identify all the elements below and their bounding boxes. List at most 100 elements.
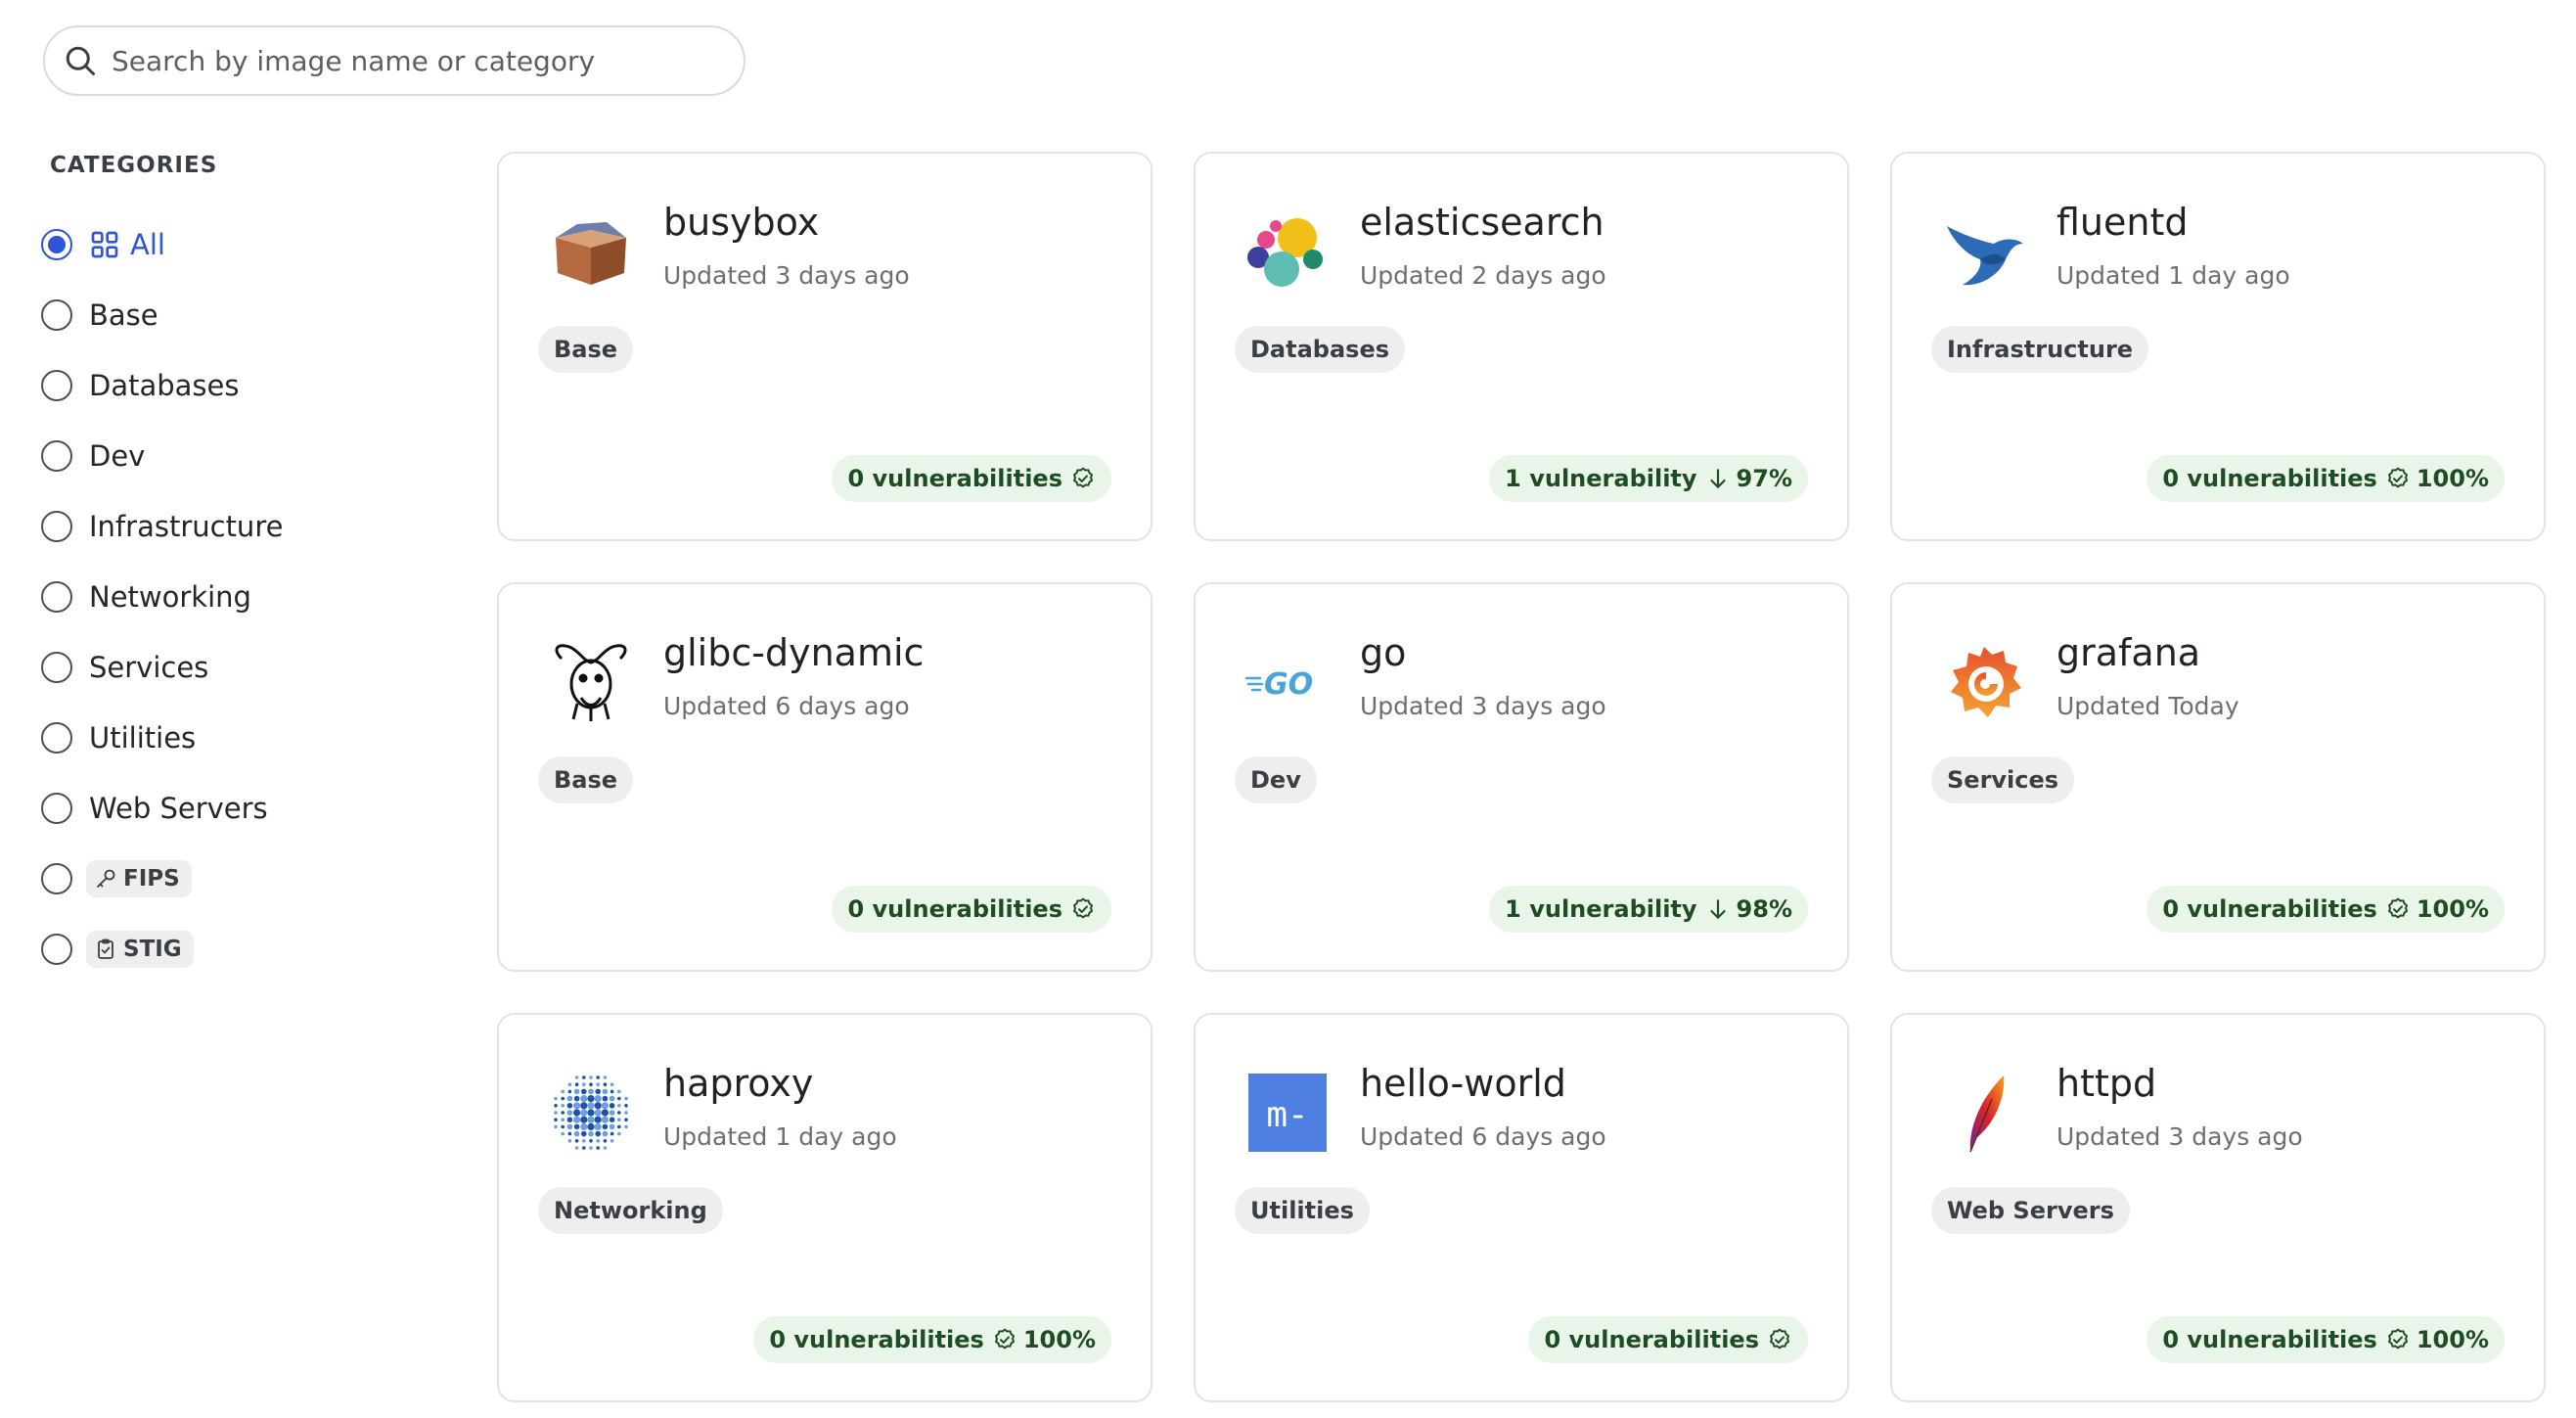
category-networking[interactable]: Networking bbox=[41, 562, 283, 632]
radio-button[interactable] bbox=[41, 511, 72, 542]
category-tag: Web Servers bbox=[1931, 1187, 2130, 1234]
vulnerability-reduction: 100% bbox=[2416, 895, 2489, 923]
image-name: go bbox=[1360, 631, 1407, 674]
category-label: Dev bbox=[89, 439, 146, 473]
category-base[interactable]: Base bbox=[41, 280, 283, 350]
category-tag: Base bbox=[538, 756, 634, 803]
category-services[interactable]: Services bbox=[41, 632, 283, 703]
category-label: Databases bbox=[89, 369, 240, 402]
vulnerability-badge: 0 vulnerabilities 100% bbox=[2147, 886, 2505, 933]
image-name: httpd bbox=[2056, 1062, 2157, 1105]
vulnerability-reduction: 98% bbox=[1736, 895, 1792, 923]
stig-chip: STIG bbox=[86, 931, 194, 968]
radio-button[interactable] bbox=[41, 299, 72, 331]
category-label: Infrastructure bbox=[89, 510, 284, 543]
radio-button[interactable] bbox=[41, 229, 72, 260]
vulnerability-badge: 0 vulnerabilities bbox=[832, 886, 1111, 933]
category-dev[interactable]: Dev bbox=[41, 421, 283, 491]
image-name: busybox bbox=[663, 201, 820, 244]
vulnerability-badge: 0 vulnerabilities 100% bbox=[2147, 1316, 2505, 1363]
category-stig[interactable]: STIG bbox=[41, 914, 283, 984]
image-name: haproxy bbox=[663, 1062, 814, 1105]
radio-button[interactable] bbox=[41, 370, 72, 401]
check-badge-icon bbox=[1770, 1328, 1789, 1349]
radio-button[interactable] bbox=[41, 863, 72, 894]
radio-button[interactable] bbox=[41, 722, 72, 754]
clipboard-check-icon bbox=[98, 938, 113, 959]
radio-button[interactable] bbox=[41, 793, 72, 824]
image-card-go[interactable]: GO go Updated 3 days ago Dev 1 vulnerabi… bbox=[1194, 582, 1849, 972]
vulnerability-count: 0 vulnerabilities bbox=[2162, 895, 2377, 923]
updated-text: Updated 6 days ago bbox=[663, 692, 910, 720]
vulnerability-count: 0 vulnerabilities bbox=[847, 895, 1062, 923]
check-badge-icon bbox=[1073, 467, 1093, 488]
radio-button[interactable] bbox=[41, 581, 72, 613]
vulnerability-badge: 0 vulnerabilities 100% bbox=[2147, 455, 2505, 502]
grafana-logo bbox=[1941, 639, 2027, 725]
image-name: glibc-dynamic bbox=[663, 631, 925, 674]
vulnerability-badge: 0 vulnerabilities 100% bbox=[753, 1316, 1111, 1363]
hello-world-logo-text: m- bbox=[1266, 1095, 1308, 1135]
hello-world-logo: m- bbox=[1244, 1070, 1331, 1156]
category-tag: Base bbox=[538, 326, 634, 373]
updated-text: Updated 1 day ago bbox=[2056, 261, 2290, 290]
radio-button[interactable] bbox=[41, 934, 72, 965]
category-label: Utilities bbox=[89, 721, 197, 755]
updated-text: Updated Today bbox=[2056, 692, 2239, 720]
arrow-down-icon bbox=[1709, 469, 1726, 488]
search-icon bbox=[66, 46, 95, 75]
image-card-haproxy[interactable]: haproxy Updated 1 day ago Networking 0 v… bbox=[497, 1013, 1152, 1402]
category-fips[interactable]: FIPS bbox=[41, 844, 283, 914]
category-list: All Base Databases Dev Infrastructure Ne… bbox=[41, 209, 283, 984]
category-tag: Networking bbox=[538, 1187, 723, 1234]
go-logo: GO bbox=[1244, 639, 1331, 725]
box-logo bbox=[548, 208, 634, 295]
updated-text: Updated 3 days ago bbox=[2056, 1122, 2303, 1151]
updated-text: Updated 1 day ago bbox=[663, 1122, 897, 1151]
vulnerability-count: 1 vulnerability bbox=[1505, 465, 1697, 492]
check-badge-icon bbox=[2387, 897, 2408, 919]
image-name: grafana bbox=[2056, 631, 2201, 674]
categories-heading: CATEGORIES bbox=[50, 153, 218, 178]
check-badge-icon bbox=[2387, 1328, 2408, 1349]
vulnerability-reduction: 100% bbox=[2416, 1326, 2489, 1353]
radio-button[interactable] bbox=[41, 652, 72, 683]
category-label: Networking bbox=[89, 580, 251, 614]
image-card-glibc-dynamic[interactable]: glibc-dynamic Updated 6 days ago Base 0 … bbox=[497, 582, 1152, 972]
image-card-elasticsearch[interactable]: elasticsearch Updated 2 days ago Databas… bbox=[1194, 152, 1849, 541]
vulnerability-count: 1 vulnerability bbox=[1505, 895, 1697, 923]
vulnerability-reduction: 100% bbox=[2416, 465, 2489, 492]
grid-icon bbox=[91, 231, 118, 258]
image-name: fluentd bbox=[2056, 201, 2189, 244]
category-utilities[interactable]: Utilities bbox=[41, 703, 283, 773]
category-databases[interactable]: Databases bbox=[41, 350, 283, 421]
category-label: Services bbox=[89, 651, 209, 684]
search-input[interactable] bbox=[112, 44, 699, 77]
elastic-logo bbox=[1244, 208, 1331, 295]
image-card-httpd[interactable]: httpd Updated 3 days ago Web Servers 0 v… bbox=[1890, 1013, 2546, 1402]
arrow-down-icon bbox=[1709, 899, 1726, 919]
radio-button[interactable] bbox=[41, 440, 72, 472]
vulnerability-badge: 1 vulnerability 98% bbox=[1489, 886, 1808, 933]
category-label: Web Servers bbox=[89, 792, 268, 825]
check-badge-icon bbox=[994, 1328, 1015, 1349]
image-name: hello-world bbox=[1360, 1062, 1566, 1105]
image-card-hello-world[interactable]: m- hello-world Updated 6 days ago Utilit… bbox=[1194, 1013, 1849, 1402]
vulnerability-count: 0 vulnerabilities bbox=[847, 465, 1062, 492]
vulnerability-reduction: 100% bbox=[1022, 1326, 1096, 1353]
vulnerability-reduction: 97% bbox=[1736, 465, 1792, 492]
check-badge-icon bbox=[2387, 467, 2408, 488]
category-web-servers[interactable]: Web Servers bbox=[41, 773, 283, 844]
category-tag: Databases bbox=[1235, 326, 1406, 373]
vulnerability-count: 0 vulnerabilities bbox=[2162, 465, 2377, 492]
category-infrastructure[interactable]: Infrastructure bbox=[41, 491, 283, 562]
updated-text: Updated 6 days ago bbox=[1360, 1122, 1606, 1151]
category-label: Base bbox=[89, 298, 158, 332]
category-label: All bbox=[130, 228, 165, 261]
image-card-fluentd[interactable]: fluentd Updated 1 day ago Infrastructure… bbox=[1890, 152, 2546, 541]
category-all[interactable]: All bbox=[41, 209, 283, 280]
vulnerability-count: 0 vulnerabilities bbox=[2162, 1326, 2377, 1353]
search-bar[interactable] bbox=[43, 25, 746, 96]
image-card-busybox[interactable]: busybox Updated 3 days ago Base 0 vulner… bbox=[497, 152, 1152, 541]
image-card-grafana[interactable]: grafana Updated Today Services 0 vulnera… bbox=[1890, 582, 2546, 972]
